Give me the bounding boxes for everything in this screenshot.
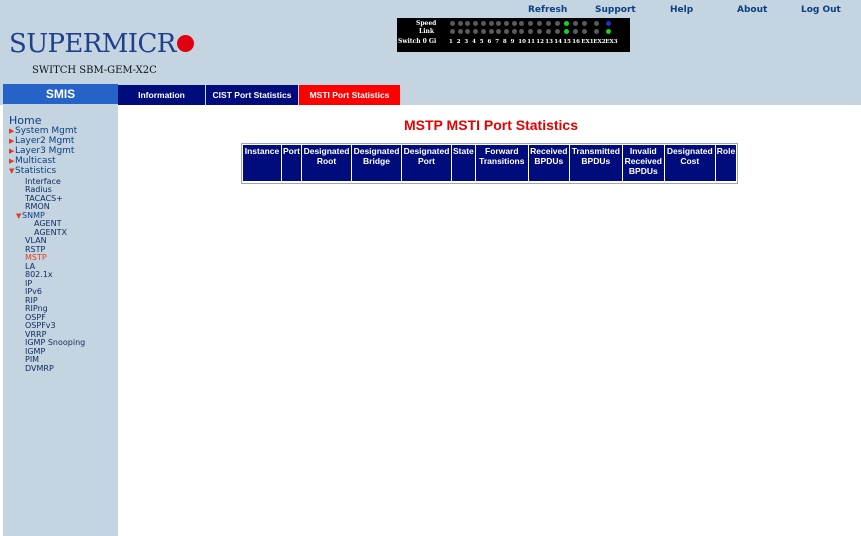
sidebar-item-dvmrp[interactable]: DVMRP [25,364,54,373]
table-header-row: Instance Port Designated Root Designated Br… [243,145,737,181]
port-label-10: 10 [518,39,526,45]
sidebar-item-label: Layer2 Mgmt [15,136,75,146]
collapsed-arrow-icon: ▶ [9,157,15,165]
port-label-1: 1 [449,39,453,45]
tab-bar: SMIS Information CIST Port Statistics MS… [0,83,861,105]
collapsed-arrow-icon: ▶ [9,127,15,135]
header-bar: Refresh Support Help About Log Out SUPER… [0,0,861,83]
port-label-13: 13 [545,39,553,45]
column-header-forward-transitions: Forward Transitions [475,145,528,181]
sidebar-item-label: Statistics [15,166,57,176]
expanded-arrow-icon: ▼ [9,167,15,175]
column-header-role: Role [715,145,737,181]
sidebar-item-layer2-mgmt[interactable]: ▶Layer2 Mgmt [9,136,74,146]
port-label-2: 2 [456,39,461,45]
sidebar-item-statistics[interactable]: ▼Statistics [9,166,56,176]
collapsed-arrow-icon: ▶ [9,147,15,155]
port-label-ex2: EX2 [593,39,606,45]
port-label-7: 7 [495,39,500,45]
port-label-9: 9 [510,39,515,45]
port-label-ex1: EX1 [581,39,594,45]
refresh-link[interactable]: Refresh [528,5,567,15]
port-label-4: 4 [472,39,476,45]
link-led-8 [503,29,509,34]
link-led-2 [457,29,463,34]
column-header-transmitted-bpdus: Transmitted BPDUs [569,145,622,181]
sidebar-home[interactable]: Home [9,115,41,126]
column-header-designated-root: Designated Root [302,145,351,181]
sidebar: Home ▶System Mgmt ▶Layer2 Mgmt ▶Layer3 Mgm… [3,105,118,536]
speed-led-6 [488,21,494,26]
link-led-9 [511,29,517,34]
help-link[interactable]: Help [670,5,693,15]
support-link[interactable]: Support [595,5,636,15]
column-header-designated-port: Designated Port [402,145,451,181]
speed-label: Speed [416,20,437,27]
port-label-11: 11 [527,39,535,45]
switch-label: Switch 0 Gi [398,38,437,45]
port-label-ex3: EX3 [605,39,618,45]
tab-cist-port-statistics[interactable]: CIST Port Statistics [206,85,298,105]
page-title: MSTP MSTI Port Statistics [404,117,578,133]
speed-led-8 [503,21,509,26]
supermicro-logo: SUPERMICR [9,29,194,59]
msti-port-statistics-table: Instance Port Designated Root Designated Br… [241,143,739,184]
tab-msti-port-statistics[interactable]: MSTI Port Statistics [299,85,400,105]
port-label-5: 5 [479,39,484,45]
column-header-port: Port [282,145,301,181]
port-label-6: 6 [487,39,492,45]
speed-led-9 [511,21,517,26]
column-header-designated-cost: Designated Cost [664,145,715,181]
port-label-14: 14 [554,39,562,45]
port-label-15: 15 [563,39,571,45]
logout-link[interactable]: Log Out [801,5,841,15]
sidebar-item-label: System Mgmt [15,126,78,136]
port-label-12: 12 [536,39,544,45]
port-label-16: 16 [572,39,580,45]
port-status-panel: Speed Link Switch 0 Gi 1 2 3 4 5 6 7 8 9 10 11 12 13… [397,18,630,52]
column-header-designated-bridge: Designated Bridge [352,145,401,181]
link-led-6 [488,29,494,34]
logo-text: SUPERMICR [9,29,176,59]
top-navigation: Refresh Support Help About Log Out [0,5,861,17]
port-label-3: 3 [464,39,469,45]
smis-label: SMIS [3,84,118,104]
expanded-arrow-icon: ▼ [16,211,22,220]
sidebar-item-label: Layer3 Mgmt [15,146,75,156]
column-header-invalid-received-bpdus: Invalid Received BPDUs [622,145,664,181]
column-header-state: State [452,145,475,181]
speed-led-5 [480,21,486,26]
link-led-5 [480,29,486,34]
speed-led-1 [450,21,455,26]
port-label-8: 8 [502,39,507,45]
collapsed-arrow-icon: ▶ [9,137,15,145]
tab-information[interactable]: Information [118,85,205,105]
product-name: SWITCH SBM-GEM-X2C [32,65,157,76]
link-led-1 [450,29,455,34]
sidebar-item-multicast[interactable]: ▶Multicast [9,156,56,166]
column-header-instance: Instance [243,145,281,181]
sidebar-item-label: Multicast [15,156,56,166]
logo-dot-icon [176,35,194,52]
link-label: Link [419,28,435,35]
column-header-received-bpdus: Received BPDUs [528,145,569,181]
about-link[interactable]: About [737,5,767,15]
sidebar-item-system-mgmt[interactable]: ▶System Mgmt [9,126,77,136]
speed-led-2 [457,21,463,26]
sidebar-item-layer3-mgmt[interactable]: ▶Layer3 Mgmt [9,146,74,156]
